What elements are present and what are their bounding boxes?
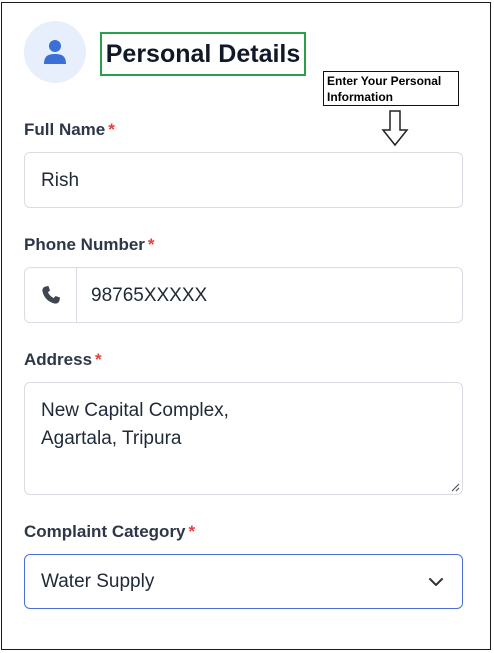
phone-number-value: 98765XXXXX: [91, 285, 208, 306]
required-mark: *: [95, 350, 102, 369]
resize-handle-icon[interactable]: [450, 482, 460, 492]
complaint-category-select[interactable]: Water Supply: [24, 554, 463, 609]
phone-icon: [41, 286, 60, 304]
address-label: Address *: [24, 350, 102, 369]
title-highlight-box: Personal Details: [100, 32, 306, 76]
instruction-callout: Enter Your Personal Information: [323, 71, 459, 106]
full-name-value: Rish: [41, 170, 80, 191]
avatar: [24, 21, 86, 83]
complaint-category-label: Complaint Category *: [24, 522, 196, 541]
address-textarea[interactable]: New Capital Complex, Agartala, Tripura: [24, 382, 463, 495]
user-icon: [44, 40, 66, 64]
full-name-label: Full Name *: [24, 120, 115, 139]
phone-number-label: Phone Number *: [24, 235, 155, 254]
phone-number-field[interactable]: 98765XXXXX: [24, 267, 463, 323]
chevron-down-icon[interactable]: [428, 574, 444, 590]
address-value: New Capital Complex, Agartala, Tripura: [41, 400, 229, 449]
page-title: Personal Details: [105, 39, 301, 68]
complaint-category-value: Water Supply: [41, 571, 155, 592]
required-mark: *: [108, 120, 115, 139]
arrow-down-outline-icon: [381, 110, 409, 147]
required-mark: *: [188, 522, 196, 541]
phone-addon: [25, 268, 77, 322]
required-mark: *: [147, 235, 155, 254]
full-name-input[interactable]: Rish: [24, 152, 463, 208]
